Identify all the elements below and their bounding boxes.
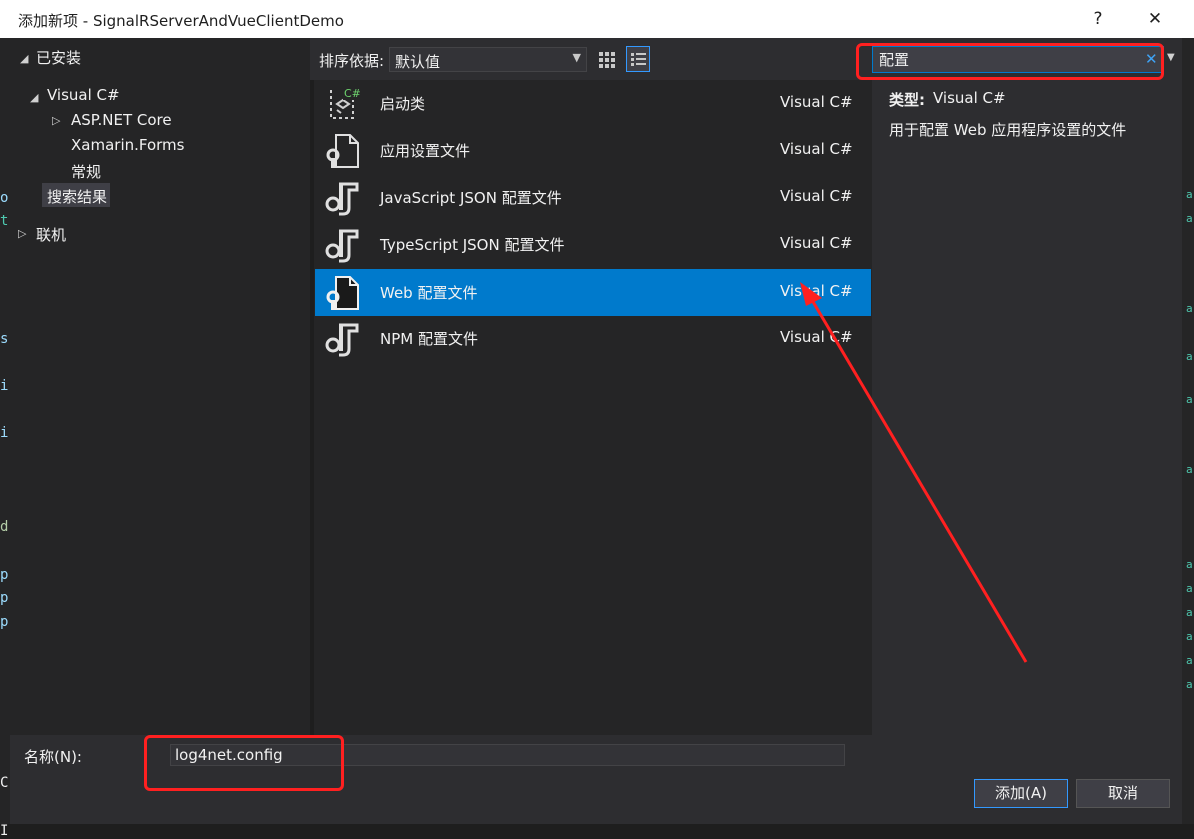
item-name: 启动类 [380,95,426,113]
settings-file-icon [326,134,359,168]
list-item[interactable]: TypeScript JSON 配置文件 Visual C# [315,221,871,268]
detail-type-value: Visual C# [933,89,1006,107]
tree-item-search-results[interactable]: 搜索结果 [47,186,107,207]
item-name: 应用设置文件 [380,142,471,160]
title-bar: 添加新项 - SignalRServerAndVueClientDemo ? ✕ [0,0,1194,39]
expand-online-icon[interactable]: ▷ [18,227,26,240]
item-name: JavaScript JSON 配置文件 [380,189,562,207]
sort-label: 排序依据: [319,52,385,70]
window-title: 添加新项 - SignalRServerAndVueClientDemo [18,12,344,30]
expand-aspnet-core-icon[interactable]: ▷ [52,114,60,127]
list-view-icon[interactable] [626,46,650,72]
add-button[interactable]: 添加(A) [974,779,1068,808]
startup-class-icon: C# [330,86,361,119]
item-name: NPM 配置文件 [380,330,478,348]
background-editor-left: o t s i i d p p p C I [0,38,10,839]
item-type: Visual C# [780,93,853,111]
item-type: Visual C# [780,328,853,346]
name-input[interactable] [170,744,845,766]
json-config-icon [325,182,359,216]
cancel-button[interactable]: 取消 [1076,779,1170,808]
help-button[interactable]: ? [1083,6,1113,32]
json-config-icon [325,229,359,263]
svg-text:C#: C# [344,87,361,100]
tree-item-general[interactable]: 常规 [71,161,101,182]
detail-description: 用于配置 Web 应用程序设置的文件 [889,121,1127,139]
list-item[interactable]: NPM 配置文件 Visual C# [315,315,871,362]
search-options-arrow-icon[interactable]: ▼ [1167,52,1175,63]
json-config-icon [325,323,359,357]
collapse-installed-icon[interactable]: ◢ [20,52,28,65]
name-label: 名称(N): [24,748,82,766]
search-box[interactable]: ✕ [872,46,1164,73]
collapse-visual-csharp-icon[interactable]: ◢ [30,91,38,104]
tree-item-visual-csharp[interactable]: Visual C# [47,86,120,104]
list-item-selected[interactable]: Web 配置文件 Visual C# [315,269,871,316]
tree-item-installed[interactable]: 已安装 [36,47,81,68]
list-item[interactable]: 应用设置文件 Visual C# [315,127,871,174]
item-name: Web 配置文件 [380,284,478,302]
item-type: Visual C# [780,234,853,252]
tree-item-xamarin-forms[interactable]: Xamarin.Forms [71,136,184,154]
details-panel [872,38,1182,735]
item-type: Visual C# [780,282,853,300]
item-name: TypeScript JSON 配置文件 [380,236,565,254]
grid-view-icon[interactable] [595,46,619,72]
sort-dropdown[interactable]: 默认值 ▼ [389,47,587,72]
item-type: Visual C# [780,187,853,205]
list-item[interactable]: C# 启动类 Visual C# [315,80,871,127]
clear-search-icon[interactable]: ✕ [1145,50,1158,68]
dropdown-arrow-icon: ▼ [572,51,581,64]
search-input[interactable] [873,47,1141,72]
item-type: Visual C# [780,140,853,158]
list-item[interactable]: JavaScript JSON 配置文件 Visual C# [315,174,871,221]
sort-dropdown-value: 默认值 [395,53,441,71]
tree-item-online[interactable]: 联机 [36,224,66,245]
background-editor-right: a a a a a a a a a a a a [1182,38,1194,824]
tree-item-aspnet-core[interactable]: ASP.NET Core [71,111,172,129]
settings-file-icon [326,276,359,310]
detail-type-label: 类型: [889,91,925,109]
close-button[interactable]: ✕ [1140,6,1170,32]
